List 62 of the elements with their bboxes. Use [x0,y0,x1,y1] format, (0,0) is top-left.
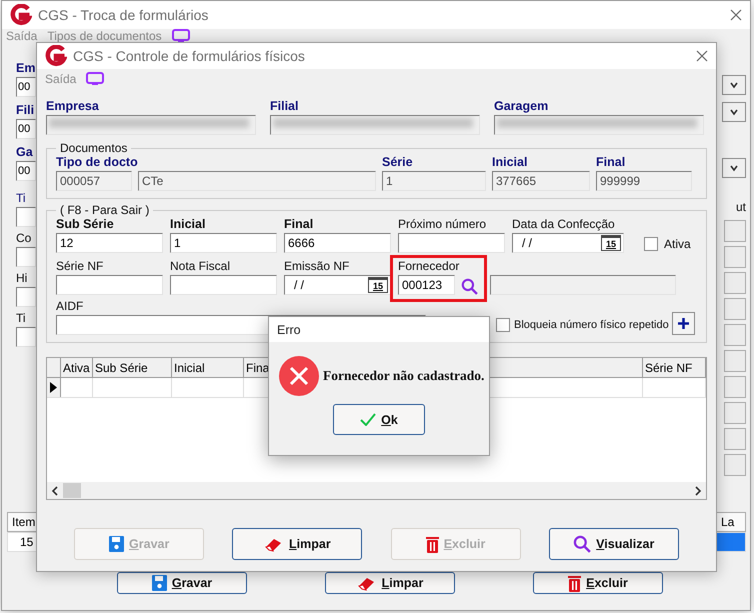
dialog-title: Erro [277,322,301,336]
action-button[interactable]: Excluir [533,572,663,594]
action-button[interactable]: Visualizar [548,528,679,560]
field-label: Ti [16,191,26,207]
action-button[interactable]: Limpar [232,528,362,560]
field-label: Tipo de docto [56,155,138,171]
readonly-field: 1 [382,171,486,191]
group-title: Documentos [59,141,128,155]
field-label: Fornecedor [398,259,460,275]
table-cell: 15 [7,532,37,552]
field-label: ut [736,200,746,216]
field-label: Empresa [46,99,99,115]
field-label: Filial [270,99,298,115]
field-label: Data da Confecção [512,217,615,233]
checkbox-label: Ativa [664,237,691,251]
combo-field[interactable]: 00 [16,119,36,139]
field-label: Hi [16,271,28,287]
group-title: ( F8 - Para Sair ) [59,203,150,217]
field-label: Inicial [492,155,528,171]
readonly-field: 377665 [492,171,590,191]
field-label: Co [16,231,32,247]
field-label: Emissão NF [284,259,350,275]
combo-field[interactable]: 00 [16,161,36,181]
field-label: Nota Fiscal [170,259,230,275]
date-field[interactable]: / / 15 [284,275,391,295]
window-title: CGS - Controle de formulários físicos [73,48,305,64]
column-header[interactable]: Inicial [172,358,244,377]
column-header[interactable]: Ativa [61,358,93,377]
date-field[interactable]: / / 15 [512,233,624,253]
readonly-field: 000057 [56,171,132,191]
lookup-field[interactable]: 000123 [398,275,455,295]
column-header: Item [7,512,37,532]
field-label: Final [284,217,314,233]
column-header[interactable]: Série NF [643,358,706,377]
readonly-field: 999999 [596,171,692,191]
field-label: Ti [16,311,26,327]
column-header[interactable]: Sub Série [93,358,172,377]
field-label: Garagem [494,99,548,115]
calendar-button[interactable]: 15 [368,277,388,293]
ok-button[interactable]: Ok [333,404,425,435]
error-message: Fornecedor não cadastrado. [323,368,484,384]
readonly-field: CTe [138,171,376,191]
field-label: Em [16,61,36,77]
action-button[interactable]: Gravar [117,572,247,594]
combo-field[interactable]: 00 [16,77,36,97]
input-field[interactable]: 1 [170,233,277,253]
calendar-button[interactable]: 15 [601,235,621,251]
input-field[interactable]: 6666 [284,233,391,253]
window-title: CGS - Troca de formulários [38,7,208,23]
column-header: La [716,512,746,532]
action-button[interactable]: Limpar [325,572,455,594]
field-label: AIDF [56,299,84,315]
field-label: Fili [16,103,34,119]
field-label: Sub Série [56,217,114,233]
checkbox-label: Bloqueia número físico repetido [514,319,669,331]
field-label: Série NF [56,259,104,275]
field-label: Série [382,155,413,171]
field-label: Inicial [170,217,206,233]
field-label: Final [596,155,626,171]
field-label: Próximo número [398,217,486,233]
input-field[interactable]: 12 [56,233,163,253]
field-label: Ga [16,145,33,161]
